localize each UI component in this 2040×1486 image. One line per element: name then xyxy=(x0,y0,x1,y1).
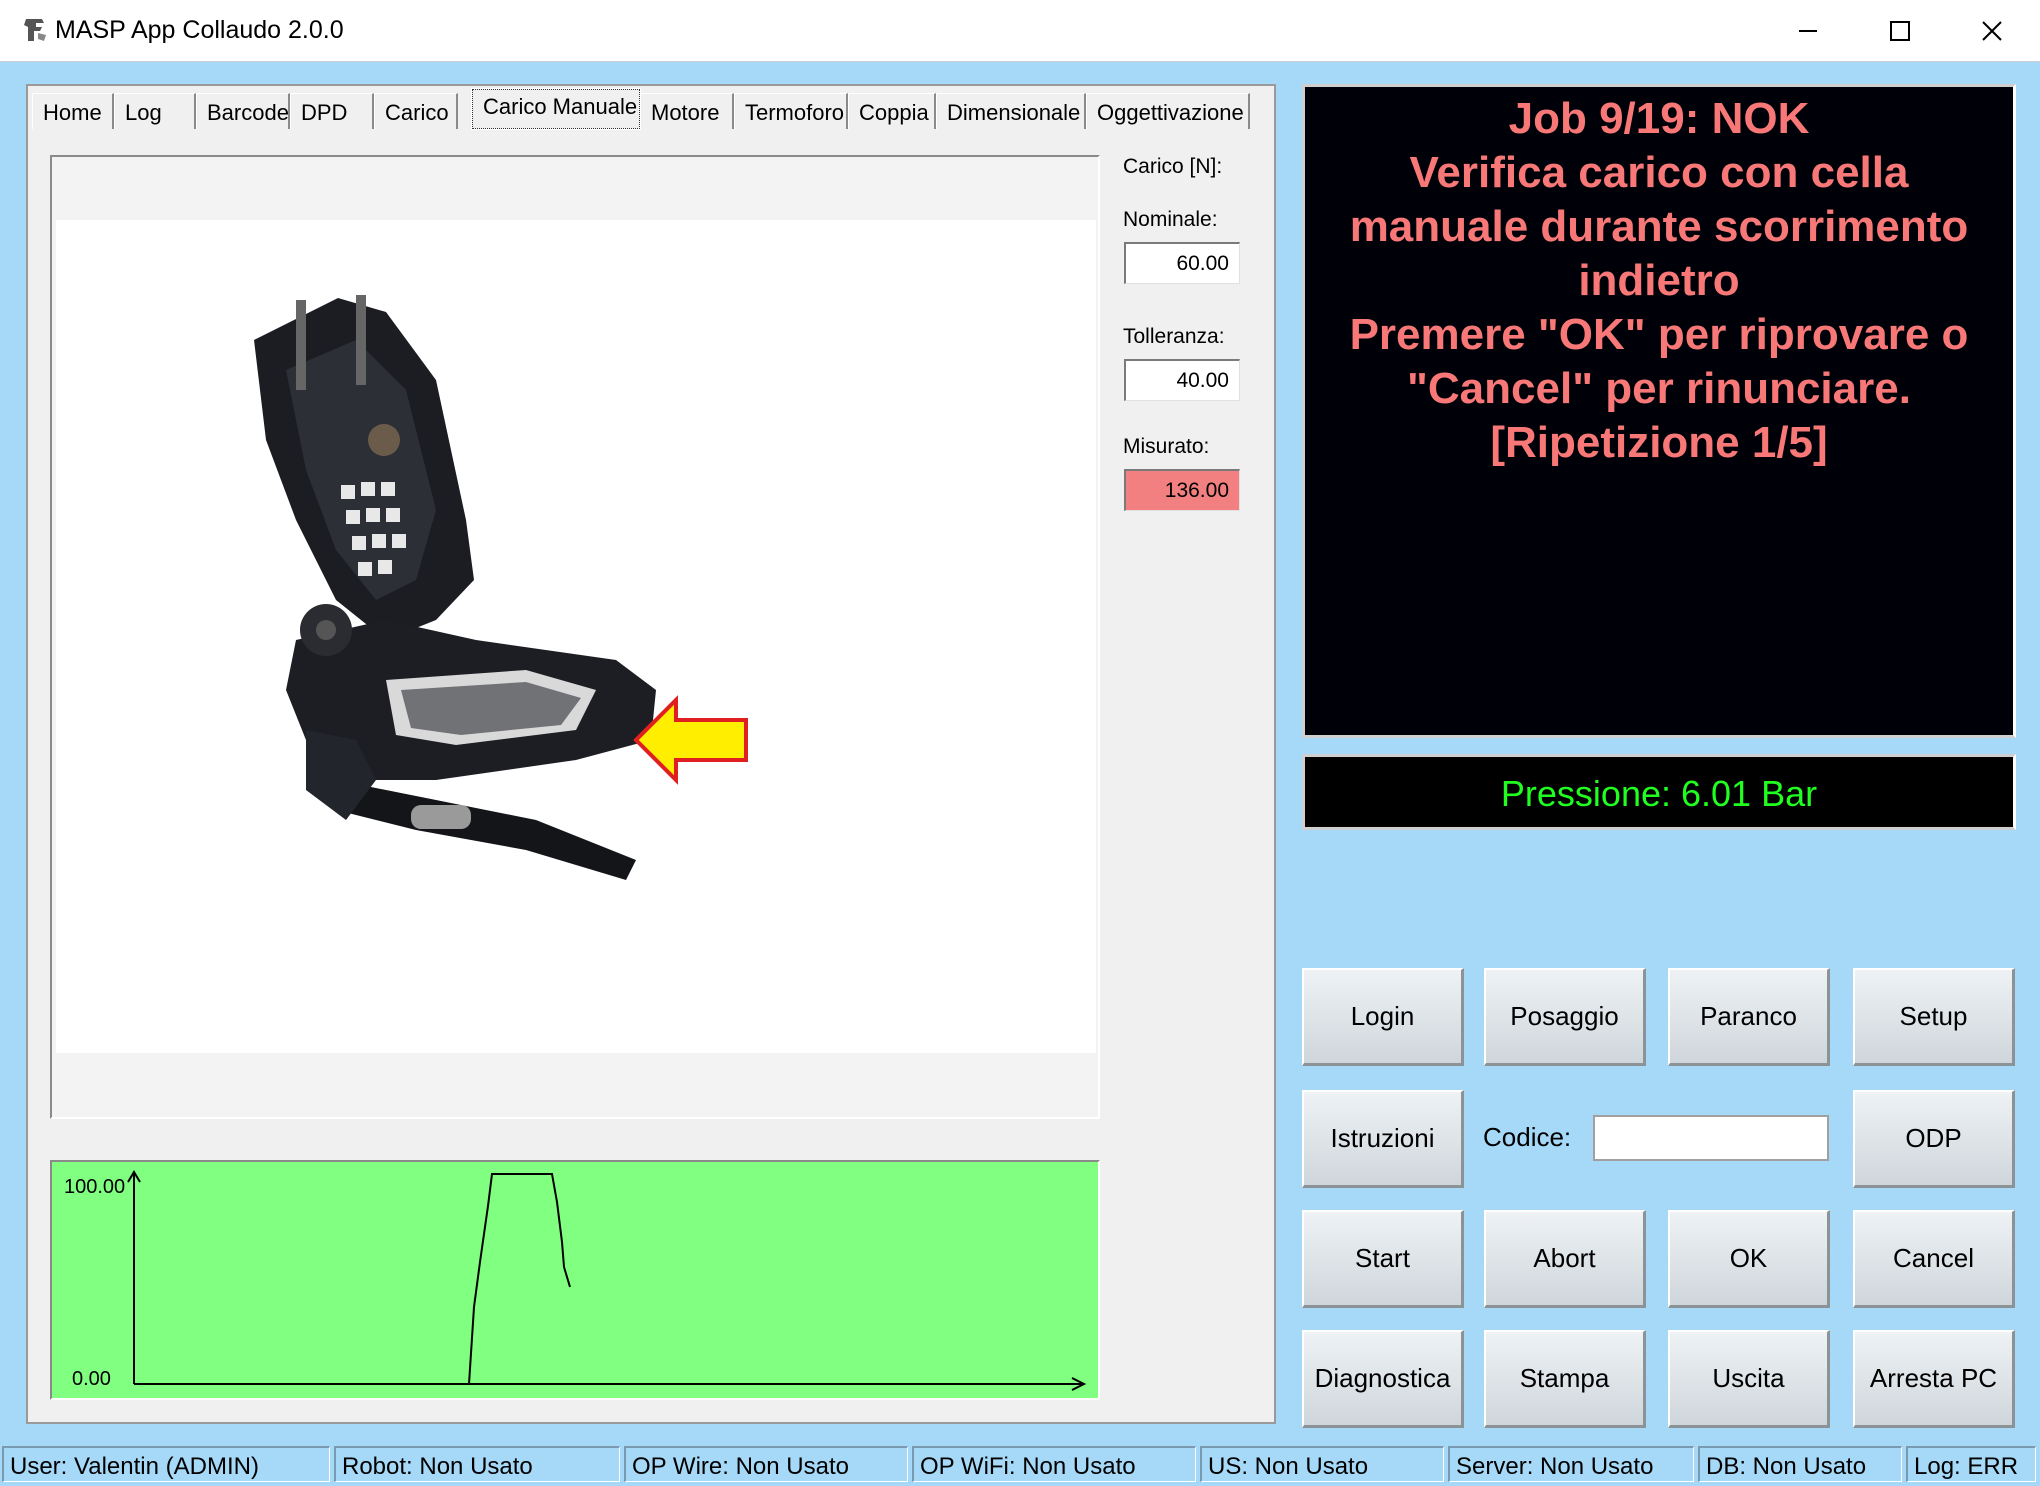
load-curve xyxy=(468,1173,571,1385)
cancel-button[interactable]: Cancel xyxy=(1853,1210,2015,1308)
login-button[interactable]: Login xyxy=(1302,968,1464,1066)
job-status-message: Job 9/19: NOK Verifica carico con cella … xyxy=(1349,94,1969,467)
carico-unit-label: Carico [N]: xyxy=(1123,155,1223,178)
nominale-label: Nominale: xyxy=(1123,208,1218,231)
odp-button[interactable]: ODP xyxy=(1853,1090,2015,1188)
maximize-icon xyxy=(1890,21,1910,41)
tolleranza-label: Tolleranza: xyxy=(1123,325,1225,348)
title-bar: MASP App Collaudo 2.0.0 xyxy=(0,0,2040,62)
tab-coppia[interactable]: Coppia xyxy=(848,93,936,129)
tolleranza-field[interactable]: 40.00 xyxy=(1124,359,1240,401)
setup-button[interactable]: Setup xyxy=(1853,968,2015,1066)
tab-dimensionale[interactable]: Dimensionale xyxy=(936,93,1086,129)
misurato-field[interactable]: 136.00 xyxy=(1124,469,1240,511)
close-icon xyxy=(1982,21,2002,41)
abort-button[interactable]: Abort xyxy=(1484,1210,1646,1308)
load-graph: 100.00 0.00 xyxy=(50,1160,1100,1400)
pressure-readout: Pressione: 6.01 Bar xyxy=(1500,773,1818,814)
status-bar: User: Valentin (ADMIN) Robot: Non Usato … xyxy=(0,1442,2040,1486)
app-logo-icon xyxy=(24,19,46,41)
start-button[interactable]: Start xyxy=(1302,1210,1464,1308)
pressure-panel: Pressione: 6.01 Bar xyxy=(1302,754,2016,830)
message-panel: Job 9/19: NOK Verifica carico con cella … xyxy=(1302,84,2016,738)
status-log: Log: ERR xyxy=(1906,1446,2036,1482)
tab-motore[interactable]: Motore xyxy=(640,93,734,129)
codice-label: Codice: xyxy=(1483,1122,1572,1152)
uscita-button[interactable]: Uscita xyxy=(1668,1330,1830,1428)
tab-termoforo[interactable]: Termoforo xyxy=(734,93,848,129)
tab-oggettivazione[interactable]: Oggettivazione xyxy=(1086,93,1250,129)
tab-carico[interactable]: Carico xyxy=(374,93,458,129)
ok-button[interactable]: OK xyxy=(1668,1210,1830,1308)
status-robot: Robot: Non Usato xyxy=(334,1446,620,1482)
nominale-field[interactable]: 60.00 xyxy=(1124,242,1240,284)
misurato-label: Misurato: xyxy=(1123,435,1210,458)
status-op-wifi: OP WiFi: Non Usato xyxy=(912,1446,1196,1482)
tab-carico-manuale[interactable]: Carico Manuale xyxy=(471,88,641,130)
posaggio-button[interactable]: Posaggio xyxy=(1484,968,1646,1066)
tab-dpd[interactable]: DPD xyxy=(290,93,374,129)
graph-plot xyxy=(127,1170,1087,1391)
status-user: User: Valentin (ADMIN) xyxy=(2,1446,330,1482)
maximize-button[interactable] xyxy=(1854,0,1946,62)
status-db: DB: Non Usato xyxy=(1698,1446,1902,1482)
diagnostica-button[interactable]: Diagnostica xyxy=(1302,1330,1464,1428)
stampa-button[interactable]: Stampa xyxy=(1484,1330,1646,1428)
status-op-wire: OP Wire: Non Usato xyxy=(624,1446,908,1482)
arresta-pc-button[interactable]: Arresta PC xyxy=(1853,1330,2015,1428)
paranco-button[interactable]: Paranco xyxy=(1668,968,1830,1066)
window-title: MASP App Collaudo 2.0.0 xyxy=(55,16,344,44)
codice-input[interactable] xyxy=(1593,1115,1829,1161)
seat-image xyxy=(56,220,1096,1053)
istruzioni-button[interactable]: Istruzioni xyxy=(1302,1090,1464,1188)
status-server: Server: Non Usato xyxy=(1448,1446,1694,1482)
tab-log[interactable]: Log xyxy=(114,93,196,129)
minimize-icon xyxy=(1799,30,1817,32)
tab-strip: Home Log Barcode DPD Carico Carico Manua… xyxy=(32,88,1272,130)
car-seat-picture xyxy=(254,295,748,880)
close-button[interactable] xyxy=(1946,0,2038,62)
tab-barcode[interactable]: Barcode xyxy=(196,93,290,129)
tab-home[interactable]: Home xyxy=(32,93,114,129)
status-us: US: Non Usato xyxy=(1200,1446,1444,1482)
minimize-button[interactable] xyxy=(1762,0,1854,62)
